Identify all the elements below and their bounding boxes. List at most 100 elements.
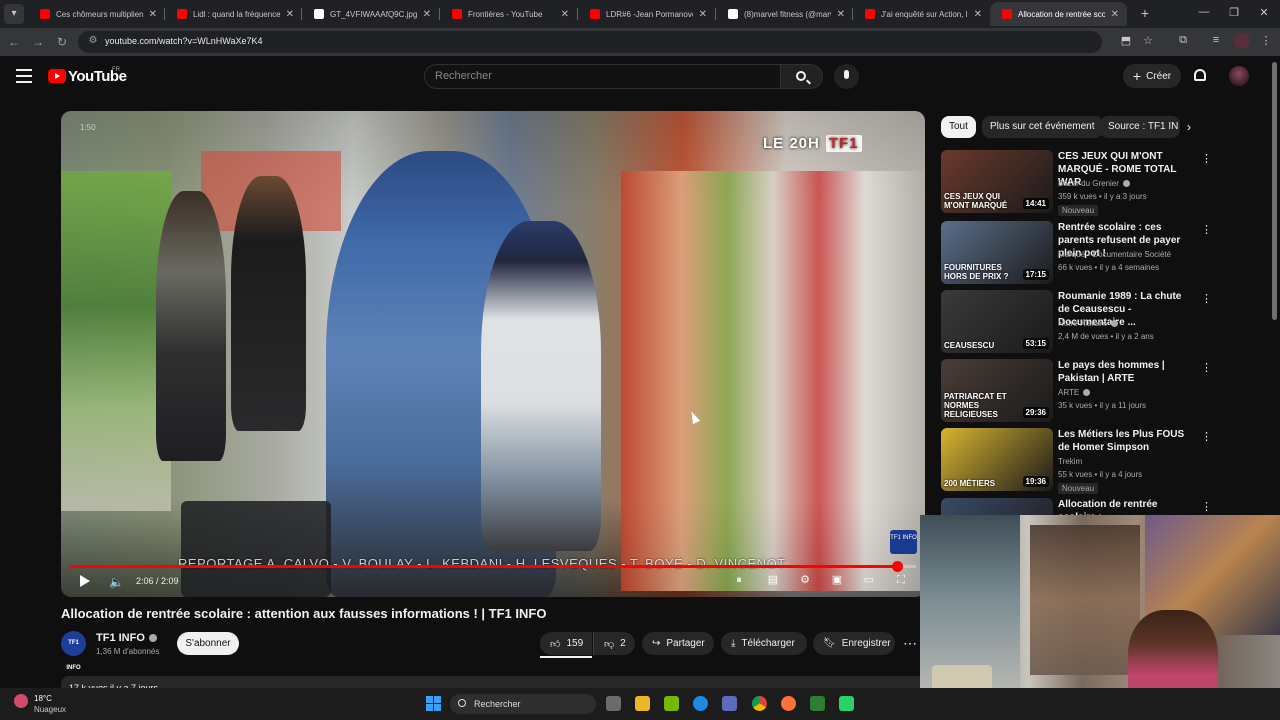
account-avatar[interactable] (1229, 66, 1249, 86)
tab-close-icon[interactable]: ✕ (837, 9, 845, 20)
video-thumbnail[interactable]: FOURNITURES HORS DE PRIX ? 17:15 (941, 221, 1053, 284)
search-input[interactable] (435, 70, 765, 82)
recommended-channel-text[interactable]: ARTE (1058, 388, 1079, 397)
recommended-channel[interactable]: Trekim (1058, 457, 1082, 466)
close-window-button[interactable]: ✕ (1256, 6, 1272, 19)
youtube-logo-icon[interactable] (48, 69, 66, 83)
like-button[interactable]: 👍︎ 159 (540, 632, 592, 655)
browser-profile-avatar[interactable] (1234, 33, 1250, 49)
browser-tab[interactable]: J'ai enquêté sur Action, l ✕ (853, 2, 990, 26)
browser-tab[interactable]: Frontières - YouTube ✕ (440, 2, 577, 26)
tab-search-icon[interactable]: ▾ (4, 4, 24, 24)
recommended-channel[interactable]: Bazar du Grenier (1058, 179, 1130, 188)
subtitles-icon[interactable]: ▤ (766, 573, 780, 587)
reload-icon[interactable]: ↻ (54, 34, 70, 50)
forward-icon[interactable]: → (30, 34, 46, 50)
recommended-channel-text[interactable]: Bazar du Grenier (1058, 179, 1119, 188)
notifications-bell-icon[interactable] (1194, 69, 1206, 81)
more-options-icon[interactable]: ⋮ (1201, 223, 1212, 236)
progress-scrubber[interactable] (891, 561, 903, 572)
share-button[interactable]: ↪ Partager (642, 632, 714, 655)
nvidia-icon[interactable] (664, 696, 679, 711)
recommended-video[interactable]: 200 MÉTIERS 19:36 Les Métiers les Plus FOU… (941, 428, 1212, 494)
new-tab-button[interactable]: + (1136, 4, 1154, 22)
taskbar-search[interactable]: Rechercher (450, 694, 596, 714)
recommended-title[interactable]: Le pays des hommes | Pakistan | ARTE (1058, 359, 1194, 385)
autoplay-toggle-icon[interactable]: ⏸ (732, 573, 746, 587)
browser-tab[interactable]: (8)marvel fitness (@marv ✕ (716, 2, 853, 26)
page-scrollbar[interactable] (1272, 62, 1277, 320)
download-button[interactable]: ⤓ Télécharger (721, 632, 807, 655)
channel-name[interactable]: TF1 INFO (96, 632, 157, 644)
tab-close-icon[interactable]: ✕ (699, 9, 707, 20)
recommended-channel-text[interactable]: Notre Histoire (1058, 319, 1107, 328)
settings-gear-icon[interactable]: ⚙ (798, 573, 812, 587)
more-actions-icon[interactable]: ⋯ (903, 635, 917, 652)
weather-description[interactable]: Nuageux (34, 705, 66, 714)
filter-chip[interactable]: Tout (941, 116, 976, 138)
bookmark-star-icon[interactable]: ☆ (1140, 34, 1156, 47)
video-thumbnail[interactable] (941, 498, 1053, 516)
save-button[interactable]: 🔖︎ Enregistrer (813, 632, 895, 655)
minimize-button[interactable]: — (1196, 6, 1212, 18)
recommended-video[interactable]: CEAUSESCU 53:15 Roumanie 1989 : La chute d… (941, 290, 1212, 354)
maximize-button[interactable]: ❐ (1226, 6, 1242, 19)
filter-chip[interactable]: Source : TF1 IN (1100, 116, 1180, 138)
chevron-right-icon[interactable]: › (1187, 120, 1191, 134)
video-thumbnail[interactable]: 200 MÉTIERS 19:36 (941, 428, 1053, 491)
recommended-video[interactable]: Allocation de rentrée scolaire : ⋮ (941, 498, 1211, 516)
more-options-icon[interactable]: ⋮ (1201, 361, 1212, 374)
browser-tab[interactable]: LDR#6 -Jean Pormanove ✕ (578, 2, 715, 26)
video-progress-bar[interactable] (69, 561, 916, 572)
tab-close-icon[interactable]: ✕ (561, 9, 569, 20)
browser-tab[interactable]: Lidl : quand la fréquence ✕ (165, 2, 302, 26)
more-options-icon[interactable]: ⋮ (1201, 430, 1212, 443)
more-options-icon[interactable]: ⋮ (1201, 292, 1212, 305)
browser-tab[interactable]: GT_4VFIWAAAfQ9C.jpg:la ✕ (302, 2, 439, 26)
chrome-icon[interactable] (752, 696, 767, 711)
browser-menu-icon[interactable]: ⋮ (1258, 34, 1274, 47)
video-player[interactable] (61, 111, 925, 597)
theater-mode-icon[interactable]: ▭ (862, 573, 876, 587)
video-thumbnail[interactable]: PATRIARCAT ET NORMES RELIGIEUSES 29:36 (941, 359, 1053, 422)
subscribe-button[interactable]: S'abonner (177, 632, 239, 655)
recommended-channel[interactable]: ARTE (1058, 388, 1091, 397)
whatsapp-icon[interactable] (839, 696, 854, 711)
channel-name-text[interactable]: TF1 INFO (96, 632, 145, 644)
app-icon[interactable] (810, 696, 825, 711)
firefox-icon[interactable] (781, 696, 796, 711)
video-thumbnail[interactable]: CES JEUX QUI M'ONT MARQUÉ 14:41 (941, 150, 1053, 213)
search-button[interactable] (781, 64, 823, 89)
play-icon[interactable] (80, 575, 90, 587)
voice-search-button[interactable] (834, 64, 859, 89)
channel-avatar[interactable]: TF1 INFO (61, 631, 86, 671)
recommended-channel[interactable]: Notre Histoire (1058, 319, 1118, 328)
weather-temperature[interactable]: 18°C (34, 694, 52, 703)
tab-close-icon[interactable]: ✕ (149, 9, 157, 20)
media-control-icon[interactable]: ≡ (1208, 34, 1224, 46)
filter-chip[interactable]: Plus sur cet événement (982, 116, 1103, 138)
recommended-title[interactable]: Allocation de rentrée scolaire : (1058, 498, 1194, 516)
create-button[interactable]: + Créer (1123, 64, 1181, 88)
recommended-channel-text[interactable]: Trekim (1058, 457, 1082, 466)
volume-icon[interactable]: 🔈 (109, 575, 124, 589)
recommended-channel-text[interactable]: Marqué • Documentaire Société (1058, 250, 1171, 259)
fullscreen-icon[interactable]: ⛶ (894, 573, 908, 587)
video-thumbnail[interactable]: CEAUSESCU 53:15 (941, 290, 1053, 353)
weather-icon[interactable] (14, 694, 28, 708)
task-view-icon[interactable] (606, 696, 621, 711)
store-icon[interactable] (722, 696, 737, 711)
more-options-icon[interactable]: ⋮ (1201, 500, 1211, 513)
windows-start-icon[interactable] (426, 696, 441, 711)
file-explorer-icon[interactable] (635, 696, 650, 711)
miniplayer-icon[interactable]: ▣ (830, 573, 844, 587)
browser-tab[interactable]: Ces chômeurs multiplient ✕ (28, 2, 165, 26)
address-bar[interactable]: ⚙ youtube.com/watch?v=WLnHWaXe7K4 (78, 31, 1102, 53)
dislike-button[interactable]: 👎︎ 2 (593, 632, 635, 655)
more-options-icon[interactable]: ⋮ (1201, 152, 1212, 165)
recommended-video[interactable]: PATRIARCAT ET NORMES RELIGIEUSES 29:36 Le … (941, 359, 1212, 423)
menu-icon[interactable] (16, 69, 32, 83)
browser-tab[interactable]: Allocation de rentrée sco ✕ (990, 2, 1127, 26)
tab-close-icon[interactable]: ✕ (1111, 9, 1119, 20)
recommended-channel[interactable]: Marqué • Documentaire Société (1058, 250, 1171, 259)
